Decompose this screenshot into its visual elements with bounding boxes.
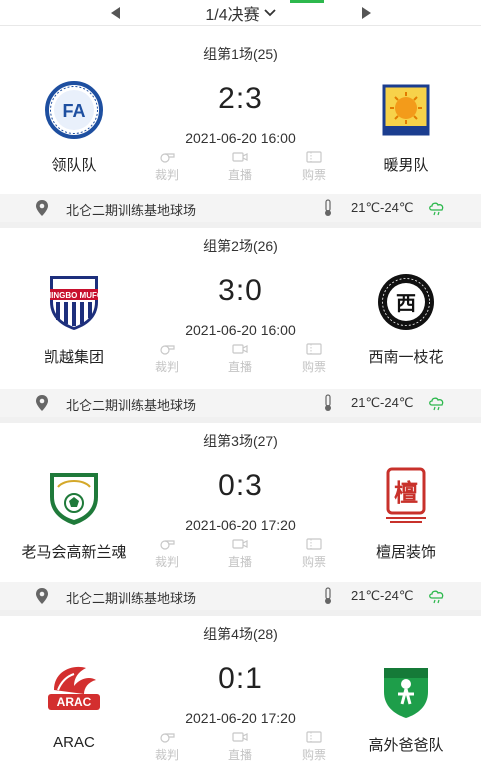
thermometer-icon (325, 394, 331, 411)
referee-button[interactable]: 裁判 (147, 537, 187, 570)
team-logo-away[interactable] (376, 660, 436, 720)
team-name-home: ARAC (53, 734, 95, 751)
venue-name: 北仑二期训练基地球场 (66, 591, 197, 606)
match-card[interactable]: 组第4场(28) ARAC ARAC 0:1 2021-06-20 17:20 … (0, 616, 481, 768)
ticket-button[interactable]: 购票 (294, 537, 334, 570)
team-logo-text: 檀 (394, 479, 418, 507)
referee-button[interactable]: 裁判 (147, 150, 187, 183)
triangle-right-icon (362, 7, 371, 19)
ticket-label: 购票 (301, 555, 326, 569)
whistle-icon (160, 733, 175, 743)
chevron-down-icon (263, 9, 276, 17)
match-group-title: 组第4场(28) (203, 626, 278, 642)
referee-button[interactable]: 裁判 (147, 730, 187, 763)
round-label: 1/4决赛 (205, 7, 260, 24)
live-button[interactable]: 直播 (220, 730, 260, 763)
team-name-home: 凯越集团 (43, 349, 104, 366)
ticket-button[interactable]: 购票 (294, 342, 334, 375)
ticket-label: 购票 (301, 168, 326, 182)
venue-name: 北仑二期训练基地球场 (66, 398, 197, 413)
match-card[interactable]: 组第3场(27) 老马会高新兰魂 0:3 2021-06-20 17:20 裁判… (0, 423, 481, 581)
match-group-title: 组第1场(25) (203, 46, 278, 62)
thermometer-icon (325, 199, 331, 216)
team-name-home: 领队队 (51, 157, 97, 174)
temperature-range: 21℃-24℃ (351, 395, 414, 410)
live-button[interactable]: 直播 (220, 342, 260, 375)
team-name-away: 暖男队 (383, 157, 429, 174)
cloud-rain-icon (429, 397, 444, 411)
location-pin-icon (36, 588, 48, 604)
team-logo-away[interactable]: 檀 (376, 467, 436, 527)
whistle-icon (160, 345, 175, 355)
video-camera-icon (232, 732, 248, 742)
next-round-button[interactable] (356, 3, 376, 23)
venue-info-bar: 北仑二期训练基地球场 21℃-24℃ (0, 389, 481, 417)
ticket-icon (306, 343, 322, 355)
video-camera-icon (232, 152, 248, 162)
venue-info-bar: 北仑二期训练基地球场 21℃-24℃ (0, 194, 481, 222)
temperature-range: 21℃-24℃ (351, 200, 414, 215)
live-button[interactable]: 直播 (220, 537, 260, 570)
match-group-title: 组第3场(27) (203, 433, 278, 449)
venue-info-bar: 北仑二期训练基地球场 21℃-24℃ (0, 582, 481, 610)
location-pin-icon (36, 200, 48, 216)
team-name-away: 檀居装饰 (375, 544, 436, 561)
team-name-away: 高外爸爸队 (368, 737, 444, 754)
team-logo-away[interactable]: 西 (376, 272, 436, 332)
whistle-icon (160, 540, 175, 550)
location-pin-icon (36, 395, 48, 411)
match-card[interactable]: 组第2场(26) NINGBO MUFC 凯越集团 3:0 2021-06-20… (0, 228, 481, 388)
match-group-title: 组第2场(26) (203, 238, 278, 254)
ticket-label: 购票 (301, 360, 326, 374)
cloud-rain-icon (429, 590, 444, 604)
ticket-label: 购票 (301, 748, 326, 762)
whistle-icon (160, 153, 175, 163)
ticket-icon (306, 731, 322, 743)
temperature-range: 21℃-24℃ (351, 588, 414, 603)
referee-button[interactable]: 裁判 (147, 342, 187, 375)
round-selector[interactable]: 1/4决赛 (0, 1, 481, 25)
live-label: 直播 (227, 360, 252, 374)
video-camera-icon (232, 344, 248, 354)
ticket-button[interactable]: 购票 (294, 150, 334, 183)
live-button[interactable]: 直播 (220, 150, 260, 183)
referee-label: 裁判 (154, 360, 179, 374)
team-name-away: 西南一枝花 (368, 349, 444, 366)
video-camera-icon (232, 539, 248, 549)
team-name-home: 老马会高新兰魂 (21, 544, 127, 561)
ticket-button[interactable]: 购票 (294, 730, 334, 763)
referee-label: 裁判 (154, 168, 179, 182)
referee-label: 裁判 (154, 555, 179, 569)
ticket-icon (306, 538, 322, 550)
live-label: 直播 (227, 168, 252, 182)
venue-name: 北仑二期训练基地球场 (66, 203, 197, 218)
team-logo-text: ARAC (57, 695, 92, 709)
thermometer-icon (325, 587, 331, 604)
live-label: 直播 (227, 555, 252, 569)
match-card[interactable]: 组第1场(25) FA 领队队 2:3 2021-06-20 16:00 裁判 … (0, 36, 481, 192)
team-logo-away[interactable] (376, 80, 436, 140)
live-label: 直播 (227, 748, 252, 762)
round-navigation-bar: 1/4决赛 (0, 0, 481, 26)
team-logo-text: 西 (396, 291, 416, 315)
ticket-icon (306, 151, 322, 163)
cloud-rain-icon (429, 202, 444, 216)
referee-label: 裁判 (154, 748, 179, 762)
